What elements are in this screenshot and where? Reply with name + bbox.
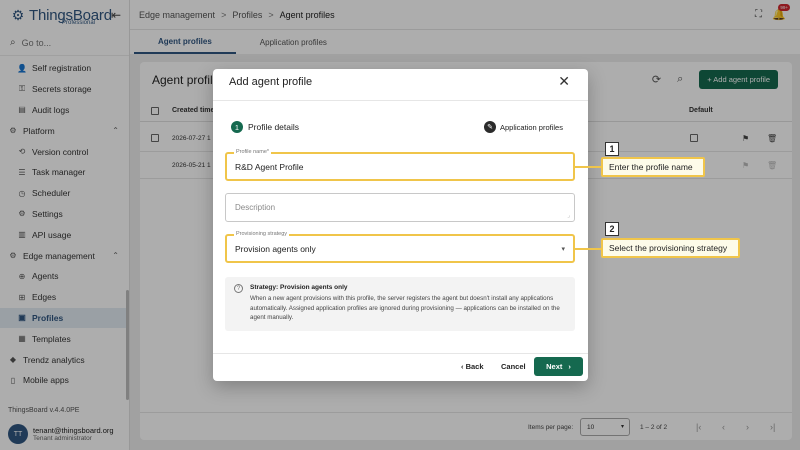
back-button[interactable]: ‹ Back <box>461 362 484 371</box>
help-icon: ? <box>234 284 243 293</box>
chevron-down-icon: ▾ <box>561 246 565 253</box>
info-title: Strategy: Provision agents only <box>250 284 348 291</box>
step-application-profiles[interactable]: ✎ Application profiles <box>484 121 563 133</box>
callout-connector <box>575 166 601 168</box>
next-label: Next <box>546 362 563 371</box>
add-agent-profile-dialog: Add agent profile ✕ 1 Profile details ✎ … <box>213 69 588 381</box>
description-field[interactable]: Description ⌟ <box>225 193 575 222</box>
back-label: Back <box>465 362 484 371</box>
strategy-info-box: ? Strategy: Provision agents only When a… <box>225 277 575 331</box>
callout-number: 1 <box>605 142 619 156</box>
chevron-right-icon: › <box>568 362 571 371</box>
chevron-left-icon: ‹ <box>461 362 464 371</box>
cancel-button[interactable]: Cancel <box>501 362 526 371</box>
field-label: Provisioning strategy <box>234 231 290 237</box>
step-number: 1 <box>231 121 243 133</box>
provisioning-strategy-select[interactable]: Provisioning strategy Provision agents o… <box>225 231 575 263</box>
callout-connector <box>575 248 601 250</box>
field-label: Profile name* <box>234 149 272 155</box>
resize-handle-icon[interactable]: ⌟ <box>567 212 570 219</box>
divider <box>213 353 588 354</box>
description-placeholder: Description <box>235 203 276 212</box>
profile-name-value: R&D Agent Profile <box>235 162 304 172</box>
step-label: Application profiles <box>500 122 563 132</box>
close-icon[interactable]: ✕ <box>558 73 570 90</box>
step-profile-details[interactable]: 1 Profile details <box>231 121 299 133</box>
callout-enter-profile-name: Enter the profile name <box>601 157 705 177</box>
divider <box>213 100 588 101</box>
step-label: Profile details <box>248 122 300 132</box>
callout-select-strategy: Select the provisioning strategy <box>601 238 740 258</box>
pencil-icon: ✎ <box>484 121 496 133</box>
provisioning-strategy-value: Provision agents only <box>235 244 316 254</box>
profile-name-field[interactable]: Profile name* R&D Agent Profile <box>225 149 575 181</box>
dialog-title: Add agent profile <box>229 76 313 88</box>
info-text: When a new agent provisions with this pr… <box>250 295 560 322</box>
next-button[interactable]: Next › <box>534 357 583 376</box>
callout-number: 2 <box>605 222 619 236</box>
